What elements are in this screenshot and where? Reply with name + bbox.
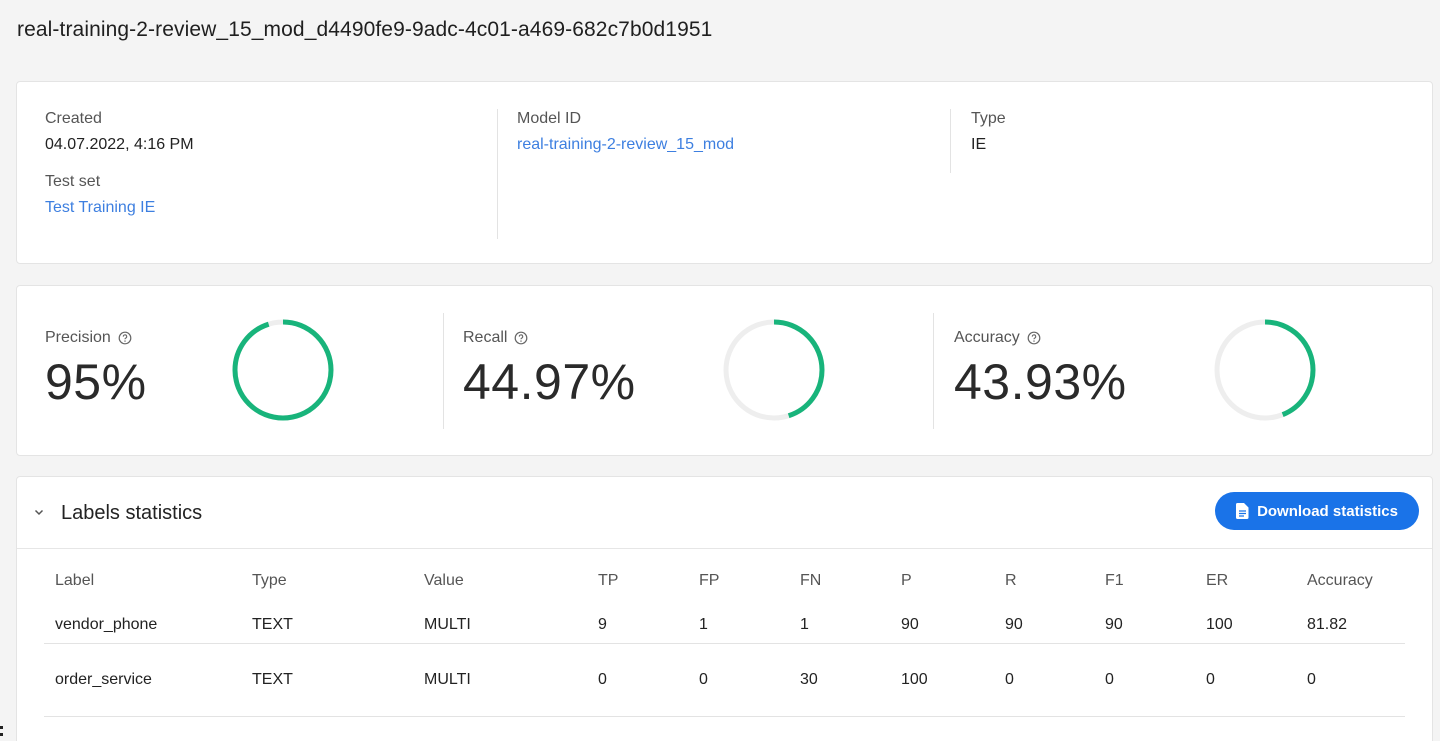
help-circle-icon[interactable]	[514, 331, 528, 345]
created-value: 04.07.2022, 4:16 PM	[45, 136, 194, 153]
table-cell: order_service	[44, 643, 241, 717]
column-header: FN	[800, 572, 822, 589]
model-id-link[interactable]: real-training-2-review_15_mod	[517, 135, 951, 155]
column-header: FP	[699, 572, 720, 589]
precision-label: Precision	[45, 329, 111, 346]
metrics-card: Precision 95% Recall 44.97% Accuracy 43.…	[16, 285, 1433, 456]
table-cell: 1	[789, 595, 890, 644]
test-set-label: Test set	[45, 173, 101, 190]
table-cell: 0	[1094, 643, 1195, 717]
precision-ring	[232, 319, 334, 421]
accuracy-value: 43.93%	[954, 354, 1127, 410]
column-header: Value	[424, 572, 464, 589]
accuracy-ring	[1214, 319, 1316, 421]
table-cell: 0	[994, 643, 1094, 717]
model-id-label: Model ID	[517, 110, 582, 127]
column-header: R	[1005, 572, 1017, 589]
table-cell: TEXT	[241, 595, 413, 644]
info-column-created: Created 04.07.2022, 4:16 PM Test set Tes…	[45, 109, 498, 239]
table-cell: 9	[587, 595, 688, 644]
column-header: Label	[55, 572, 95, 589]
column-header: Accuracy	[1307, 572, 1373, 589]
help-circle-icon[interactable]	[118, 331, 132, 345]
labels-statistics-table: Label Type Value TP FP FN P R F1 ER Accu…	[44, 572, 1405, 717]
recall-label: Recall	[463, 329, 508, 346]
labels-statistics-card: Labels statistics Download statistics La…	[16, 476, 1433, 741]
model-info-card: Created 04.07.2022, 4:16 PM Test set Tes…	[16, 81, 1433, 264]
table-row: order_service TEXT MULTI 0 0 30 100 0 0 …	[44, 643, 1405, 717]
recall-ring	[723, 319, 825, 421]
column-header: ER	[1206, 572, 1229, 589]
download-statistics-label: Download statistics	[1257, 502, 1398, 520]
document-icon	[1236, 503, 1249, 519]
table-cell: 100	[1195, 595, 1296, 644]
type-label: Type	[971, 110, 1006, 127]
table-header-row: Label Type Value TP FP FN P R F1 ER Accu…	[44, 572, 1405, 595]
type-value: IE	[971, 136, 987, 153]
recall-metric: Recall 44.97%	[443, 313, 934, 429]
table-cell: 30	[789, 643, 890, 717]
precision-metric: Precision 95%	[45, 313, 445, 429]
table-cell: 1	[688, 595, 789, 644]
table-cell: 0	[688, 643, 789, 717]
table-row: vendor_phone TEXT MULTI 9 1 1 90 90 90 1…	[44, 595, 1405, 644]
table-cell: 0	[1296, 643, 1405, 717]
column-header: P	[901, 572, 912, 589]
column-header: F1	[1105, 572, 1124, 589]
table-cell: vendor_phone	[44, 595, 241, 644]
table-cell: 0	[587, 643, 688, 717]
window-edge-handle	[0, 726, 3, 736]
chevron-down-icon[interactable]	[32, 505, 46, 519]
created-label: Created	[45, 110, 102, 127]
accuracy-label: Accuracy	[954, 329, 1020, 346]
help-circle-icon[interactable]	[1027, 331, 1041, 345]
table-cell: 90	[890, 595, 994, 644]
column-header: TP	[598, 572, 619, 589]
table-cell: TEXT	[241, 643, 413, 717]
test-set-link[interactable]: Test Training IE	[45, 198, 497, 218]
table-cell: MULTI	[413, 595, 587, 644]
info-column-model: Model ID real-training-2-review_15_mod	[497, 109, 951, 173]
table-cell: 81.82	[1296, 595, 1405, 644]
labels-statistics-title: Labels statistics	[61, 502, 203, 524]
accuracy-metric: Accuracy 43.93%	[933, 313, 1403, 429]
table-cell: 100	[890, 643, 994, 717]
table-cell: 0	[1195, 643, 1296, 717]
page-title: real-training-2-review_15_mod_d4490fe9-9…	[17, 18, 713, 41]
table-cell: 90	[1094, 595, 1195, 644]
column-header: Type	[252, 572, 287, 589]
recall-value: 44.97%	[463, 354, 636, 410]
table-cell: MULTI	[413, 643, 587, 717]
table-cell: 90	[994, 595, 1094, 644]
download-statistics-button[interactable]: Download statistics	[1215, 492, 1419, 530]
info-column-type: Type IE	[950, 109, 1006, 173]
labels-statistics-header[interactable]: Labels statistics Download statistics	[17, 477, 1432, 549]
